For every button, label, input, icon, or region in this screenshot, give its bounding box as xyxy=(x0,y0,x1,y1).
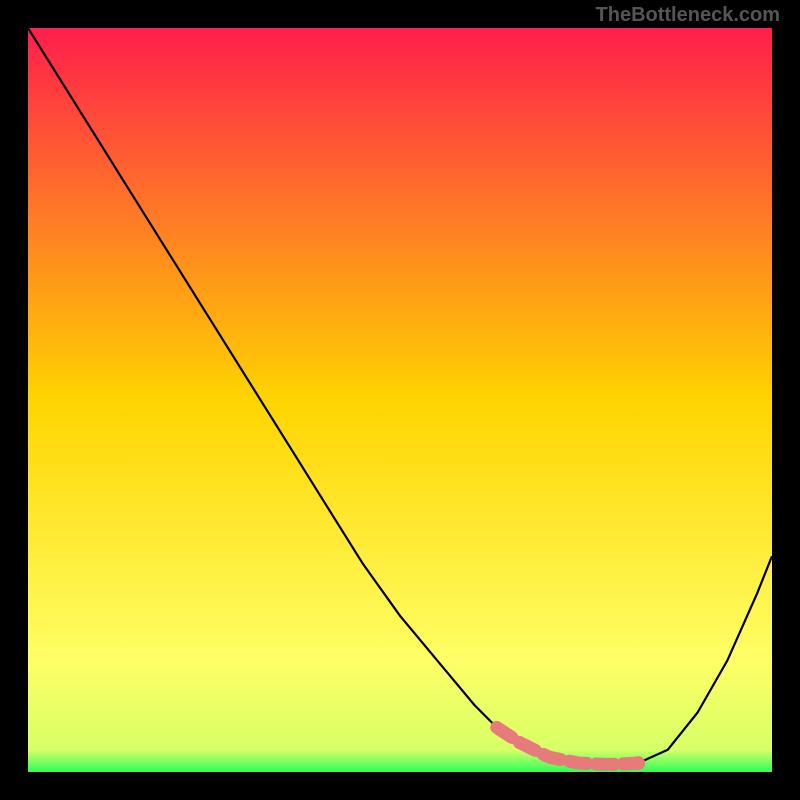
bottleneck-chart xyxy=(28,28,772,772)
watermark-text: TheBottleneck.com xyxy=(596,4,780,27)
chart-background-gradient xyxy=(28,28,772,772)
good-region-end-dot xyxy=(631,756,645,770)
